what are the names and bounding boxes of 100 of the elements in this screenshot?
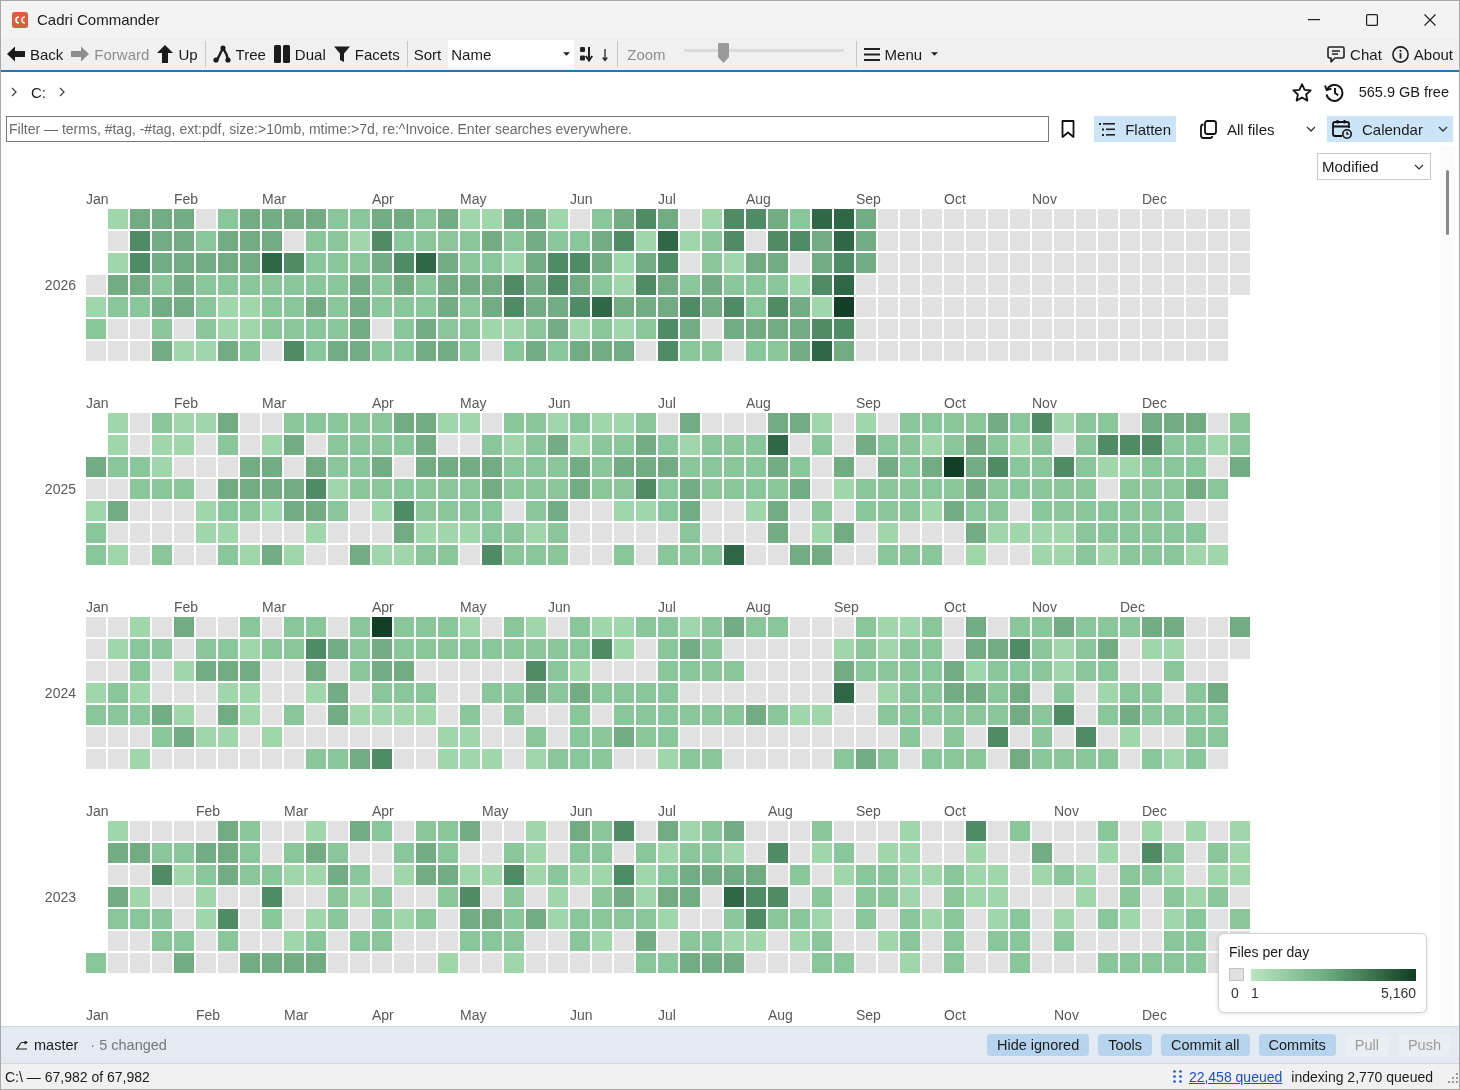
maximize-icon[interactable] (1366, 13, 1378, 26)
month-label: Sep (856, 1007, 881, 1023)
month-label: Apr (372, 191, 394, 207)
app-logo-icon (12, 11, 28, 28)
window-title: Cadri Commander (37, 11, 160, 28)
month-label: Jun (548, 395, 571, 411)
tree-icon (212, 45, 231, 63)
month-label: Jan (86, 599, 109, 615)
month-label: Mar (284, 803, 309, 819)
star-icon[interactable] (1291, 82, 1312, 102)
branch-name: master (34, 1037, 79, 1053)
legend-label: 5,160 (1380, 985, 1416, 1001)
legend-label: 0 (1231, 985, 1240, 1001)
zoom-label: Zoom (626, 45, 667, 63)
month-label: Oct (944, 599, 966, 615)
dual-pane-icon (273, 45, 290, 63)
date-field-select[interactable]: Modified (1317, 153, 1431, 180)
month-label: May (482, 803, 509, 819)
facets-button[interactable]: Facets (329, 42, 404, 66)
breadcrumb-item[interactable]: C: (27, 81, 50, 103)
chevron-right-icon[interactable] (59, 87, 65, 97)
git-action-button[interactable]: Hide ignored (986, 1034, 1090, 1056)
funnel-icon (333, 46, 350, 62)
month-label: Jun (570, 1007, 593, 1023)
git-action-button[interactable]: Commit all (1161, 1034, 1250, 1056)
scrollbar[interactable] (1440, 146, 1455, 1026)
resize-grip-icon[interactable] (1446, 1070, 1458, 1083)
chat-button[interactable]: Chat (1323, 42, 1386, 66)
close-icon[interactable] (1424, 13, 1436, 26)
month-label: Mar (262, 599, 287, 615)
month-label: Jan (86, 1007, 109, 1023)
caret-icon (563, 52, 571, 56)
year-label: 2026 (44, 277, 76, 293)
scrollbar-thumb[interactable] (1446, 170, 1449, 235)
month-label: Dec (1142, 395, 1167, 411)
queue-link[interactable]: 22,458 queued (1188, 1068, 1283, 1085)
flatten-button[interactable]: Flatten (1094, 116, 1176, 142)
month-label: Mar (262, 191, 287, 207)
month-label: Nov (1032, 599, 1057, 615)
month-label: May (460, 1007, 487, 1023)
month-label: Mar (284, 1007, 309, 1023)
status-summary: C:\ — 67,982 of 67,982 (5, 1068, 150, 1085)
month-label: Jan (86, 395, 109, 411)
year-label: 2025 (44, 481, 76, 497)
month-label: Aug (768, 803, 793, 819)
month-label: Mar (262, 395, 287, 411)
back-arrow-icon (7, 46, 25, 62)
month-label: Feb (174, 191, 199, 207)
year-label: 2023 (44, 889, 76, 905)
month-label: Aug (746, 191, 771, 207)
month-label: Sep (834, 599, 859, 615)
month-label: Feb (196, 1007, 221, 1023)
view-mode-dropdown[interactable]: Calendar (1327, 116, 1453, 142)
month-label: Feb (174, 395, 199, 411)
month-label: Aug (746, 395, 771, 411)
month-label: Jan (86, 191, 109, 207)
chat-icon (1327, 45, 1346, 63)
changes-count: · 5 changed (90, 1037, 167, 1053)
minimize-icon[interactable] (1308, 18, 1320, 21)
menu-icon (863, 47, 880, 61)
git-action-button[interactable]: Commits (1258, 1034, 1336, 1056)
menu-button[interactable]: Menu (859, 42, 943, 66)
history-icon[interactable] (1323, 82, 1344, 102)
month-label: Sep (856, 395, 881, 411)
month-label: Feb (196, 803, 221, 819)
free-space-label: 565.9 GB free (1358, 84, 1449, 100)
month-label: Sep (856, 803, 881, 819)
calendar-clock-icon (1332, 119, 1352, 139)
month-label: May (460, 599, 487, 615)
month-label: Feb (174, 599, 199, 615)
chevron-down-icon (1438, 126, 1448, 132)
month-label: Sep (856, 191, 881, 207)
sort-label: Sort (412, 45, 443, 63)
chevron-right-icon[interactable] (11, 87, 17, 97)
chevron-down-icon (1306, 126, 1316, 132)
git-action-button[interactable]: Tools (1098, 1034, 1153, 1056)
queue-dots-icon (1172, 1070, 1182, 1083)
tree-view-button[interactable]: Tree (208, 42, 270, 66)
month-label: Jul (658, 395, 676, 411)
up-arrow-icon (157, 45, 174, 63)
month-label: Oct (944, 803, 966, 819)
scope-dropdown[interactable]: All files (1195, 116, 1321, 142)
filter-field[interactable]: Filter — terms, #tag, -#tag, ext:pdf, size:>10mb, mtime:>7d, re:^Invoice. Enter searches everywhere. (6, 116, 1050, 142)
month-label: Jun (570, 803, 593, 819)
up-button[interactable]: Up (153, 42, 202, 66)
month-label: Dec (1142, 1007, 1167, 1023)
empty-swatch-icon (1229, 968, 1244, 981)
month-label: Oct (944, 1007, 966, 1023)
month-label: Jun (548, 599, 571, 615)
indexing-status: indexing 2,770 queued (1291, 1068, 1433, 1085)
dual-pane-button[interactable]: Dual (269, 42, 330, 66)
info-icon (1391, 45, 1409, 63)
about-button[interactable]: About (1387, 42, 1457, 66)
back-button[interactable]: Back (3, 42, 68, 66)
month-label: Apr (372, 1007, 394, 1023)
month-label: Jul (658, 191, 676, 207)
sort-select[interactable]: Name (448, 40, 575, 68)
bookmark-icon[interactable] (1061, 120, 1076, 138)
copy-icon (1200, 119, 1217, 139)
month-label: Nov (1032, 395, 1057, 411)
